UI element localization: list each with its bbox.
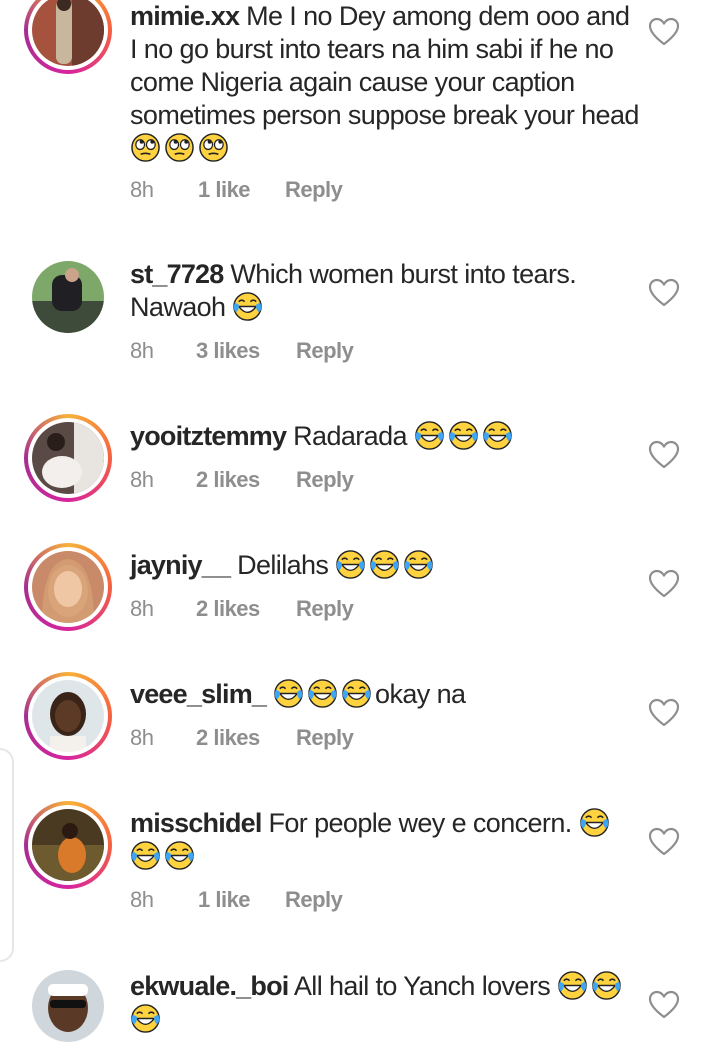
comment-text: okay na: [375, 679, 466, 709]
avatar[interactable]: [24, 543, 112, 631]
tears-of-joy-emoji-icon: [557, 970, 588, 1001]
heart-outline-icon[interactable]: [648, 569, 680, 599]
emoji-group: [414, 421, 516, 451]
heart-outline-icon[interactable]: [648, 17, 680, 47]
tears-of-joy-emoji-icon: [335, 549, 366, 580]
comment-time: 8h: [130, 338, 154, 363]
side-panel-handle[interactable]: [0, 748, 14, 962]
tears-of-joy-emoji-icon: [403, 549, 434, 580]
avatar[interactable]: [32, 970, 104, 1042]
avatar-photo: [32, 551, 104, 623]
avatar-photo: [32, 809, 104, 881]
likes-count[interactable]: 1 like: [198, 177, 251, 203]
comment-time: 8h: [130, 725, 154, 750]
reply-button[interactable]: Reply: [285, 177, 343, 203]
emoji-group: [130, 133, 232, 163]
heart-outline-icon[interactable]: [648, 278, 680, 308]
rolling-eyes-emoji-icon: [198, 132, 229, 163]
tears-of-joy-emoji-icon: [369, 549, 400, 580]
avatar[interactable]: [24, 414, 112, 502]
avatar-photo: [32, 422, 104, 494]
rolling-eyes-emoji-icon: [164, 132, 195, 163]
comment-username[interactable]: jayniy__: [130, 550, 231, 580]
rolling-eyes-emoji-icon: [130, 132, 161, 163]
tears-of-joy-emoji-icon: [307, 678, 338, 709]
avatar[interactable]: [24, 801, 112, 889]
reply-button[interactable]: Reply: [296, 596, 354, 622]
comment-username[interactable]: veee_slim_: [130, 679, 267, 709]
tears-of-joy-emoji-icon: [482, 420, 513, 451]
avatar-photo: [32, 0, 104, 66]
comment-time: 8h: [130, 887, 154, 912]
likes-count[interactable]: 2 likes: [196, 725, 260, 751]
avatar-photo: [32, 680, 104, 752]
likes-count[interactable]: 1 like: [198, 887, 251, 913]
likes-count[interactable]: 2 likes: [196, 596, 260, 622]
comment-text: Radarada: [293, 421, 407, 451]
tears-of-joy-emoji-icon: [232, 291, 263, 322]
emoji-group: [273, 679, 375, 709]
tears-of-joy-emoji-icon: [591, 970, 622, 1001]
comment-username[interactable]: misschidel: [130, 808, 262, 838]
comment-username[interactable]: yooitztemmy: [130, 421, 287, 451]
reply-button[interactable]: Reply: [296, 725, 354, 751]
comment-username[interactable]: ekwuale._boi: [130, 971, 289, 1001]
tears-of-joy-emoji-icon: [130, 1003, 161, 1034]
reply-button[interactable]: Reply: [296, 467, 354, 493]
comment-time: 8h: [130, 177, 154, 202]
heart-outline-icon[interactable]: [648, 990, 680, 1020]
comment-text: Delilahs: [237, 550, 329, 580]
tears-of-joy-emoji-icon: [273, 678, 304, 709]
tears-of-joy-emoji-icon: [164, 840, 195, 871]
comment-username[interactable]: st_7728: [130, 259, 224, 289]
heart-outline-icon[interactable]: [648, 698, 680, 728]
avatar-photo: [32, 261, 104, 333]
comment-text: All hail to Yanch lovers: [293, 971, 551, 1001]
avatar[interactable]: [24, 672, 112, 760]
comment-time: 8h: [130, 467, 154, 492]
avatar[interactable]: [32, 261, 104, 333]
tears-of-joy-emoji-icon: [414, 420, 445, 451]
likes-count[interactable]: 2 likes: [196, 467, 260, 493]
reply-button[interactable]: Reply: [296, 338, 354, 364]
avatar[interactable]: [24, 0, 112, 74]
tears-of-joy-emoji-icon: [130, 840, 161, 871]
tears-of-joy-emoji-icon: [579, 807, 610, 838]
comment-time: 8h: [130, 596, 154, 621]
comment-text: For people wey e concern.: [268, 808, 572, 838]
comment-username[interactable]: mimie.xx: [130, 1, 240, 31]
tears-of-joy-emoji-icon: [448, 420, 479, 451]
heart-outline-icon[interactable]: [648, 440, 680, 470]
likes-count[interactable]: 3 likes: [196, 338, 260, 364]
heart-outline-icon[interactable]: [648, 827, 680, 857]
tears-of-joy-emoji-icon: [341, 678, 372, 709]
reply-button[interactable]: Reply: [285, 887, 343, 913]
emoji-group: [335, 550, 437, 580]
avatar-photo: [32, 970, 104, 1042]
